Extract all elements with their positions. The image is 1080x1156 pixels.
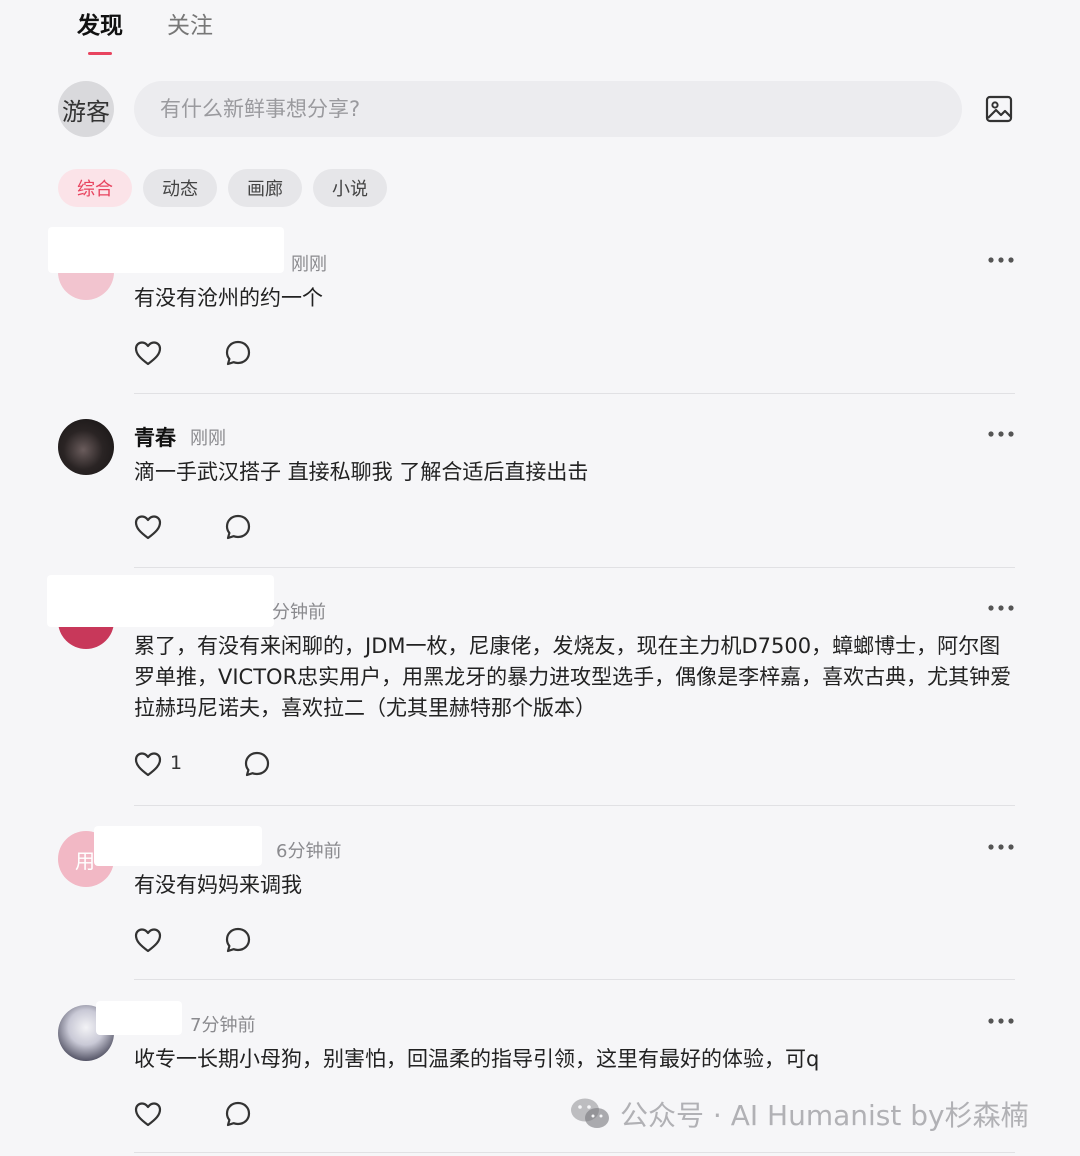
post-time: 刚刚 <box>291 254 327 275</box>
post-time: 分钟前 <box>272 602 326 623</box>
redacted-username <box>96 1001 182 1035</box>
post-text: 收专一长期小母狗，别害怕，回温柔的指导引领，这里有最好的体验，可q <box>134 1047 820 1071</box>
filter-chip-posts[interactable]: 动态 <box>143 169 217 207</box>
post-time: 刚刚 <box>190 428 226 449</box>
post-divider <box>134 805 1015 806</box>
heart-icon[interactable] <box>134 514 162 540</box>
comment-icon[interactable] <box>224 339 252 367</box>
image-upload-icon[interactable] <box>984 94 1014 124</box>
heart-icon[interactable] <box>134 927 162 953</box>
filter-chip-all[interactable]: 综合 <box>58 169 132 207</box>
more-options-icon[interactable] <box>986 255 1016 265</box>
comment-icon[interactable] <box>224 1100 252 1128</box>
heart-icon[interactable] <box>134 751 162 777</box>
compose-box[interactable] <box>134 81 962 137</box>
redacted-username <box>48 227 284 273</box>
comment-icon[interactable] <box>224 926 252 954</box>
post-username[interactable]: 青春 <box>134 422 176 452</box>
avatar-initial: 用 <box>75 848 95 873</box>
post-text: 有没有妈妈来调我 <box>134 873 302 897</box>
heart-icon[interactable] <box>134 340 162 366</box>
post-time: 6分钟前 <box>276 841 342 862</box>
post-text: 滴一手武汉搭子 直接私聊我 了解合适后直接出击 <box>134 460 589 484</box>
redacted-username <box>47 575 274 627</box>
compose-input[interactable] <box>158 96 922 122</box>
post-divider <box>134 1152 1015 1153</box>
more-options-icon[interactable] <box>986 1016 1016 1026</box>
more-options-icon[interactable] <box>986 429 1016 439</box>
more-options-icon[interactable] <box>986 842 1016 852</box>
comment-icon[interactable] <box>243 750 271 778</box>
wechat-logo-icon <box>571 1098 609 1128</box>
redacted-username <box>94 826 262 866</box>
post-text: 有没有沧州的约一个 <box>134 286 323 310</box>
heart-icon[interactable] <box>134 1101 162 1127</box>
post-time: 7分钟前 <box>190 1015 256 1036</box>
filter-chips: 综合 动态 画廊 小说 <box>58 169 387 207</box>
watermark: 公众号 · AI Humanist by杉森楠 <box>570 1094 1029 1134</box>
tab-following[interactable]: 关注 <box>167 10 213 42</box>
active-tab-indicator <box>88 52 112 55</box>
comment-icon[interactable] <box>224 513 252 541</box>
like-count: 1 <box>170 752 183 774</box>
post-divider <box>134 979 1015 980</box>
guest-avatar[interactable]: 游客 <box>58 81 114 137</box>
more-options-icon[interactable] <box>986 603 1016 613</box>
tab-discover[interactable]: 发现 <box>77 10 123 42</box>
avatar[interactable] <box>58 419 114 475</box>
post-divider <box>134 567 1015 568</box>
filter-chip-gallery[interactable]: 画廊 <box>228 169 302 207</box>
post-text: 累了，有没有来闲聊的，JDM一枚，尼康佬，发烧友，现在主力机D7500，蟑螂博士… <box>134 634 1012 720</box>
watermark-text: 公众号 · AI Humanist by杉森楠 <box>620 1099 1029 1132</box>
post-divider <box>134 393 1015 394</box>
top-nav: 发现 关注 <box>0 0 1080 66</box>
filter-chip-novel[interactable]: 小说 <box>313 169 387 207</box>
